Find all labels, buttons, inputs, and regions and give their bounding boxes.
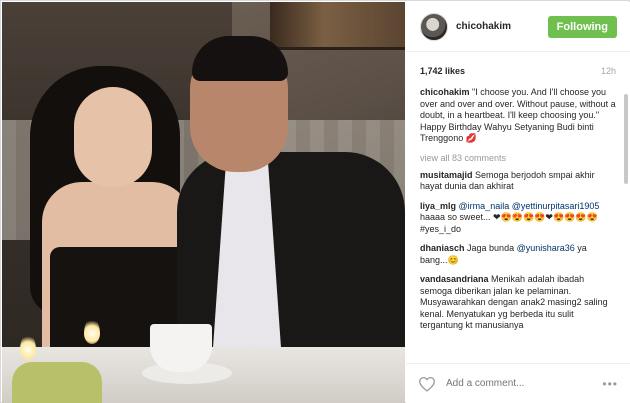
- photo-cake: [12, 362, 102, 403]
- instagram-post-embed: chicohakim Following 1,742 likes 12h chi…: [0, 0, 630, 403]
- post-side-panel: chicohakim Following 1,742 likes 12h chi…: [406, 2, 630, 403]
- photo-candle-flame: [20, 334, 36, 360]
- view-all-comments-link[interactable]: view all 83 comments: [420, 153, 616, 163]
- more-options-icon[interactable]: •••: [602, 377, 618, 391]
- comments-list[interactable]: chicohakim "I choose you. And I'll choos…: [406, 87, 630, 365]
- list-item: liya_mlg @irma_naila @yettinurpitasari19…: [420, 201, 616, 236]
- comment-text: Jaga bunda: [467, 243, 515, 253]
- following-button[interactable]: Following: [547, 15, 617, 38]
- likes-row: 1,742 likes 12h: [406, 52, 630, 76]
- caption-username[interactable]: chicohakim: [420, 87, 470, 97]
- avatar[interactable]: [420, 12, 448, 41]
- photo-wall-art: [270, 2, 405, 50]
- caption: chicohakim "I choose you. And I'll choos…: [420, 87, 616, 145]
- comment-username[interactable]: liya_mlg: [420, 201, 456, 211]
- comment-username[interactable]: vandasandriana: [420, 274, 489, 284]
- add-comment-input[interactable]: [446, 378, 603, 389]
- likes-count[interactable]: 1,742 likes: [420, 66, 465, 76]
- post-timestamp[interactable]: 12h: [601, 66, 616, 76]
- photo-woman-face: [74, 87, 152, 187]
- list-item: dhaniasch Jaga bunda @yunishara36 ya ban…: [420, 243, 616, 266]
- post-footer: •••: [406, 363, 630, 403]
- comment-username[interactable]: dhaniasch: [420, 243, 465, 253]
- photo-man-hair: [192, 36, 288, 81]
- heart-icon[interactable]: [418, 376, 436, 392]
- comments-scrollbar[interactable]: [624, 94, 628, 184]
- comment-mention-link[interactable]: @irma_naila @yettinurpitasari1905: [459, 201, 600, 211]
- post-header: chicohakim Following: [406, 2, 630, 52]
- photo-candle-flame: [84, 318, 100, 344]
- comment-mention-link[interactable]: @yunishara36: [517, 243, 575, 253]
- photo-cup: [150, 324, 212, 372]
- comment-username[interactable]: musitamajid: [420, 170, 473, 180]
- post-username[interactable]: chicohakim: [456, 21, 548, 32]
- list-item: vandasandriana Menikah adalah ibadah sem…: [420, 274, 616, 332]
- comment-text: haaaa so sweet... ❤😍😍😍😍❤😍😍😍😍 #yes_i_do: [420, 212, 598, 234]
- list-item: musitamajid Semoga berjodoh smpai akhir …: [420, 170, 616, 193]
- post-photo[interactable]: [2, 2, 405, 403]
